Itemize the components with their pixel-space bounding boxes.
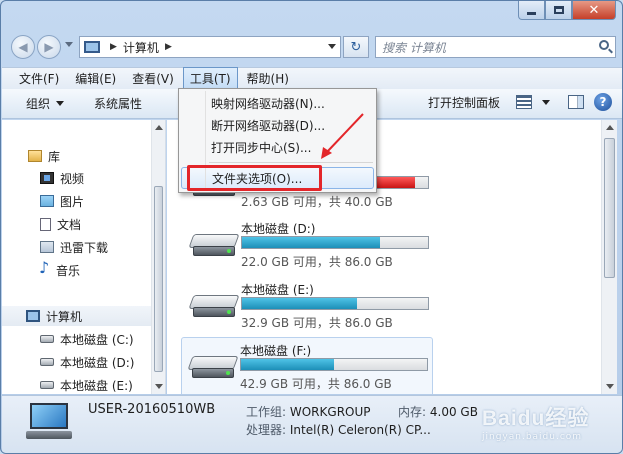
explorer-window: ✕ ◀ ▶ ▶ 计算机 ▶ ↻ 搜索 计算机 文件(F) 编辑(E) 查看(V)… — [0, 0, 623, 454]
annotation-arrow-icon — [321, 113, 364, 159]
